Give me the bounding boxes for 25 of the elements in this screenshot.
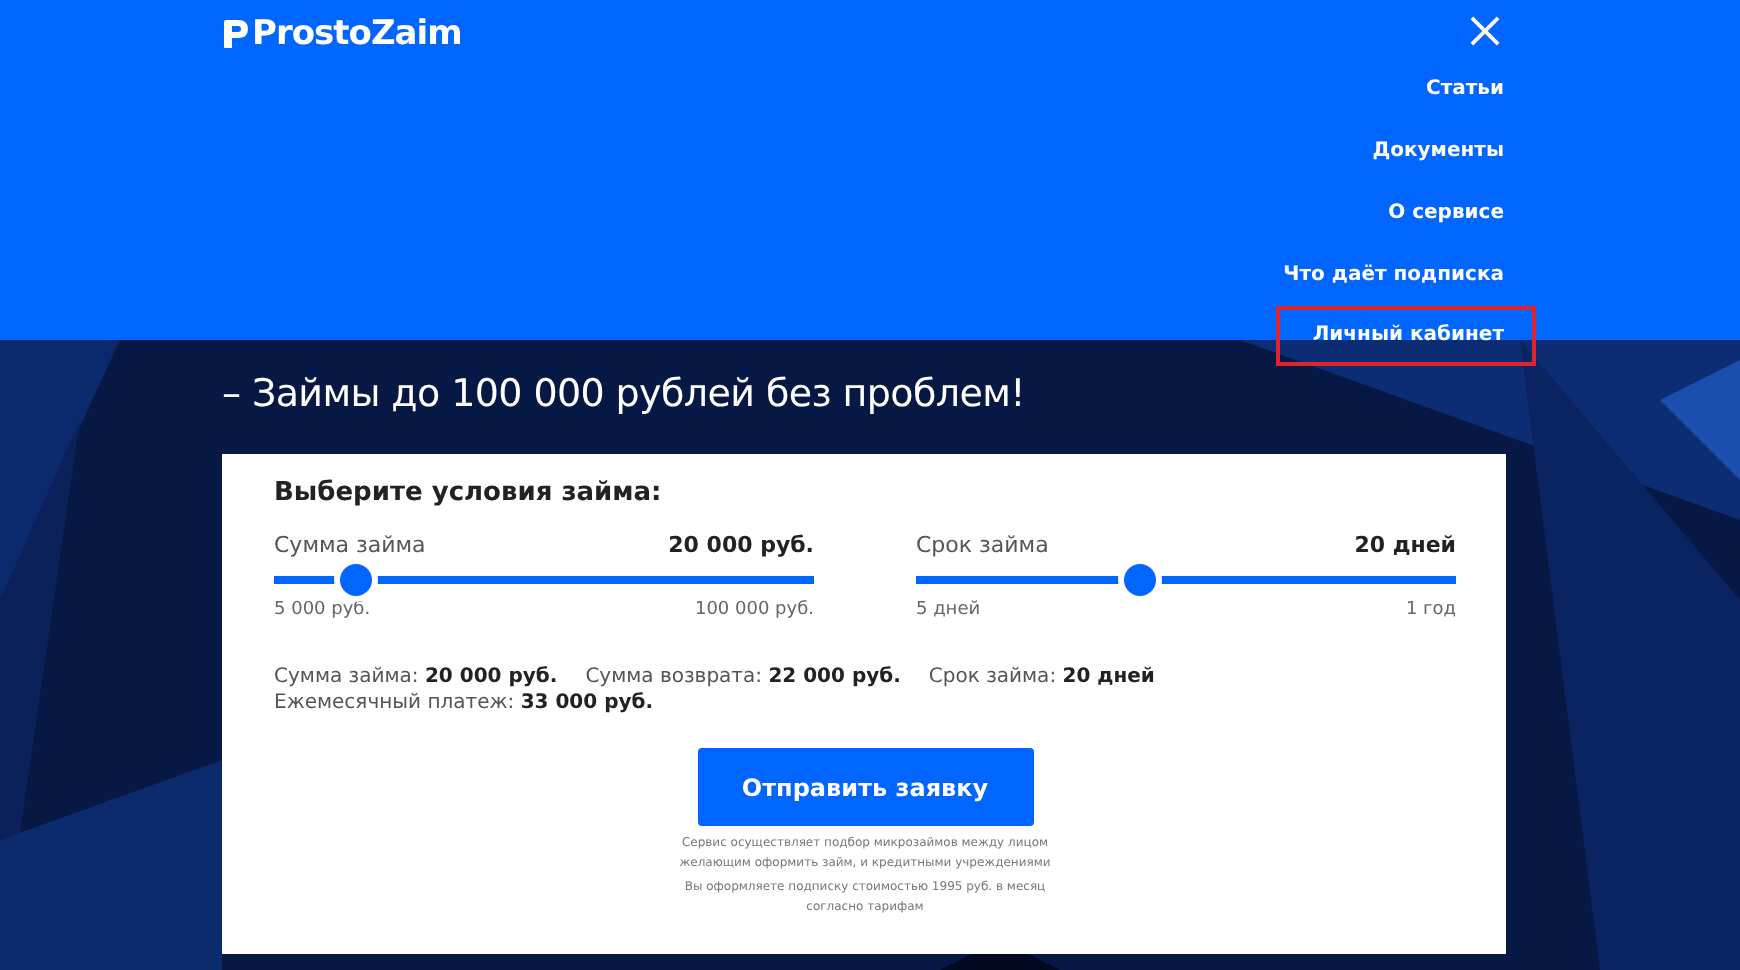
summary-text: Ежемесячный платеж: 33 000 руб. bbox=[274, 692, 654, 714]
menu-link[interactable]: Документы bbox=[1336, 120, 1536, 182]
slider-min: 5 дней bbox=[916, 600, 981, 620]
logo-icon bbox=[222, 18, 250, 50]
slider-thumb[interactable] bbox=[339, 564, 371, 596]
submit-button[interactable]: Отправить заявку bbox=[697, 748, 1033, 826]
slider-min: 5 000 руб. bbox=[274, 600, 371, 620]
slider-thumb[interactable] bbox=[1124, 564, 1157, 596]
menu-link[interactable]: Что даёт подписка bbox=[1247, 244, 1536, 306]
logo-text: ProstoZaim bbox=[252, 14, 462, 54]
menu-link[interactable]: Статьи bbox=[1389, 58, 1536, 120]
hero-text: – Займы до 100 000 рублей без проблем! bbox=[222, 370, 1027, 420]
summary-text: Сумма займа: 20 000 руб. bbox=[274, 666, 558, 688]
slider-max: 1 год bbox=[1405, 600, 1456, 620]
slider-label: Срок займа bbox=[916, 532, 1049, 558]
calculator-title: Выберите условия займа: bbox=[274, 478, 664, 508]
slider-value: 20 000 руб. bbox=[668, 532, 814, 558]
slider-label: Сумма займа bbox=[274, 532, 426, 558]
summary-text: Срок займа: 20 дней bbox=[928, 666, 1155, 688]
close-icon[interactable] bbox=[1470, 16, 1500, 46]
slider-value: 20 дней bbox=[1354, 532, 1456, 558]
summary-text: Сумма возврата: 22 000 руб. bbox=[585, 666, 901, 688]
menu-link[interactable]: О сервисе bbox=[1352, 182, 1536, 244]
slider-max: 100 000 руб. bbox=[694, 600, 814, 620]
menu-link[interactable]: Личный кабинет bbox=[1276, 306, 1536, 366]
